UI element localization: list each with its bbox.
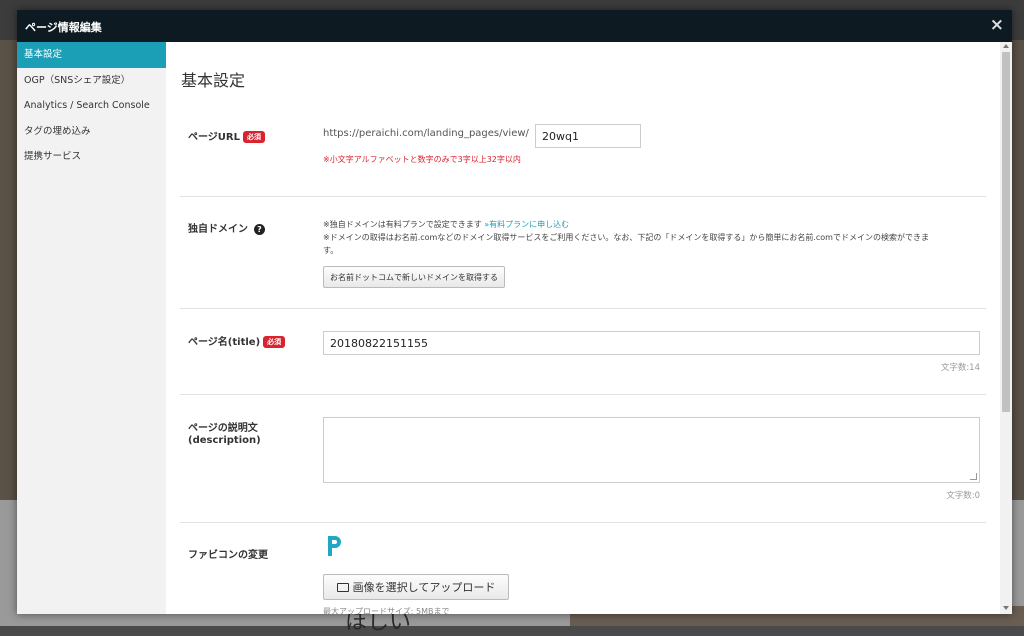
page-url-label-text: ページURL [188, 132, 240, 143]
custom-domain-label: 独自ドメイン? [188, 220, 265, 235]
favicon-preview-icon [328, 536, 341, 556]
title-char-counter: 文字数:14 [940, 363, 980, 373]
page-title: 基本設定 [181, 71, 246, 90]
description-label-line1: ページの説明文 [188, 423, 258, 434]
get-domain-button[interactable]: お名前ドットコムで新しいドメインを取得する [323, 266, 505, 288]
modal-title: ページ情報編集 [25, 21, 102, 34]
section-divider [180, 196, 986, 197]
page-url-slug-input[interactable] [535, 124, 641, 148]
close-icon[interactable]: × [990, 15, 1004, 35]
favicon-label: ファビコンの変更 [188, 550, 268, 561]
domain-note-text: ※独自ドメインは有料プランで設定できます [323, 220, 482, 229]
required-badge: 必須 [243, 131, 265, 143]
description-char-counter: 文字数:0 [946, 491, 980, 501]
domain-note-paid-plan: ※独自ドメインは有料プランで設定できます »有料プランに申し込む [323, 219, 569, 230]
sidebar-item-analytics[interactable]: Analytics / Search Console [17, 93, 166, 119]
folder-icon [336, 583, 349, 592]
max-upload-size-note: 最大アップロードサイズ: 5MBまで [323, 607, 450, 614]
modal-header: ページ情報編集 × [17, 10, 1012, 42]
section-divider [180, 522, 986, 523]
scroll-down-icon[interactable] [1003, 606, 1009, 610]
sidebar-item-ogp[interactable]: OGP（SNSシェア設定） [17, 68, 166, 94]
settings-content: 基本設定 ページURL 必須 https://peraichi.com/landi… [166, 42, 1000, 614]
required-badge: 必須 [263, 336, 286, 348]
sidebar-item-tag-embed[interactable]: タグの埋め込み [17, 119, 166, 145]
scroll-up-icon[interactable] [1003, 44, 1009, 48]
help-icon[interactable]: ? [254, 224, 265, 235]
domain-note-acquire-cont: す。 [323, 246, 339, 255]
background-image-right [1012, 40, 1024, 500]
domain-note-acquire: ※ドメインの取得はお名前.comなどのドメイン取得サービスをご利用ください。なお… [323, 233, 929, 242]
resize-handle-icon[interactable] [970, 473, 977, 480]
description-label-line2: (description) [188, 435, 261, 446]
scroll-thumb[interactable] [1002, 52, 1010, 412]
page-title-input[interactable] [323, 331, 980, 355]
page-title-field-label: ページ名(title) 必須 [188, 333, 286, 348]
page-url-label: ページURL 必須 [188, 128, 265, 143]
url-validation-error: ※小文字アルファベットと数字のみで3字以上32字以内 [323, 155, 521, 164]
section-divider [180, 394, 986, 395]
custom-domain-label-text: 独自ドメイン [188, 224, 248, 235]
content-scrollbar[interactable] [1000, 42, 1012, 614]
description-textarea[interactable] [323, 417, 980, 483]
page-title-field-label-text: ページ名(title) [188, 337, 261, 348]
paid-plan-link[interactable]: »有料プランに申し込む [484, 220, 569, 229]
page-settings-modal: ページ情報編集 × 基本設定 OGP（SNSシェア設定） Analytics /… [17, 10, 1012, 614]
settings-sidebar: 基本設定 OGP（SNSシェア設定） Analytics / Search Co… [17, 42, 166, 614]
sidebar-item-basic-settings[interactable]: 基本設定 [17, 42, 166, 68]
background-image-left [0, 40, 18, 500]
sidebar-item-partner-services[interactable]: 提携サービス [17, 144, 166, 170]
upload-image-button[interactable]: 画像を選択してアップロード [323, 574, 509, 600]
url-prefix: https://peraichi.com/landing_pages/view/ [323, 128, 529, 139]
section-divider [180, 308, 986, 309]
upload-button-label: 画像を選択してアップロード [352, 581, 496, 594]
